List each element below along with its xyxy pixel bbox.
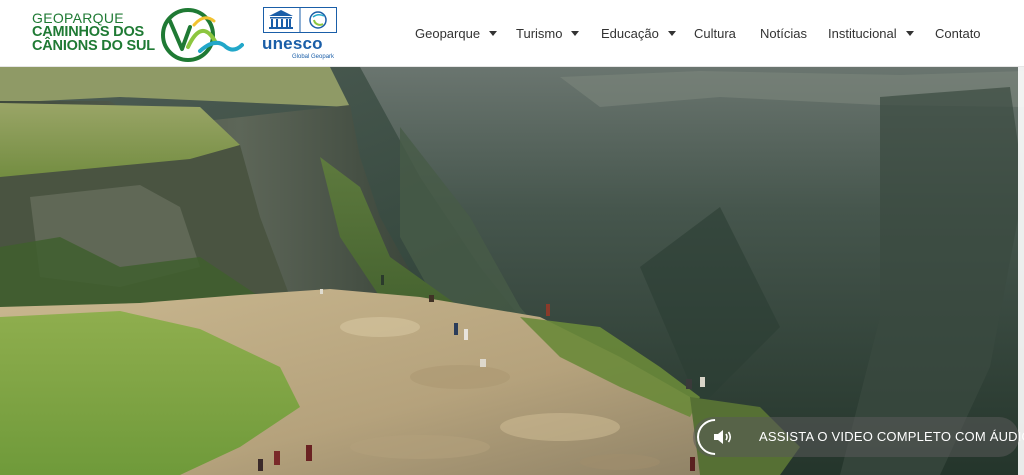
- canyon-landscape-image: [0, 67, 1024, 475]
- main-navigation: Geoparque Turismo Educação Cultura Notíc…: [0, 0, 1024, 67]
- nav-item-cultura[interactable]: Cultura: [694, 24, 736, 42]
- nav-item-noticias[interactable]: Notícias: [760, 24, 807, 42]
- speaker-icon: [714, 430, 732, 444]
- nav-item-contato[interactable]: Contato: [935, 24, 981, 42]
- nav-item-label: Institucional: [828, 25, 897, 41]
- right-edge-strip: [1018, 67, 1024, 475]
- nav-item-turismo[interactable]: Turismo: [516, 24, 580, 42]
- nav-item-educacao[interactable]: Educação: [601, 24, 676, 42]
- nav-item-label: Educação: [601, 25, 659, 41]
- nav-item-institucional[interactable]: Institucional: [828, 24, 914, 42]
- nav-item-label: Geoparque: [415, 25, 481, 41]
- site-header: GEOPARQUE CAMINHOS DOS CÂNIONS DO SUL un…: [0, 0, 1024, 67]
- nav-item-label: Cultura: [694, 25, 736, 41]
- nav-item-label: Turismo: [516, 25, 563, 41]
- chevron-down-icon: [667, 31, 676, 36]
- watch-full-video-button[interactable]: ASSISTA O VIDEO COMPLETO COM ÁUDIO: [689, 411, 1024, 463]
- chevron-down-icon: [489, 31, 498, 36]
- nav-item-geoparque[interactable]: Geoparque: [415, 24, 498, 42]
- nav-item-label: Contato: [935, 25, 981, 41]
- chevron-down-icon: [571, 31, 580, 36]
- chevron-down-icon: [905, 31, 914, 36]
- hero-video-background: [0, 67, 1024, 475]
- watch-video-label: ASSISTA O VIDEO COMPLETO COM ÁUDIO: [759, 429, 1024, 444]
- nav-item-label: Notícias: [760, 25, 807, 41]
